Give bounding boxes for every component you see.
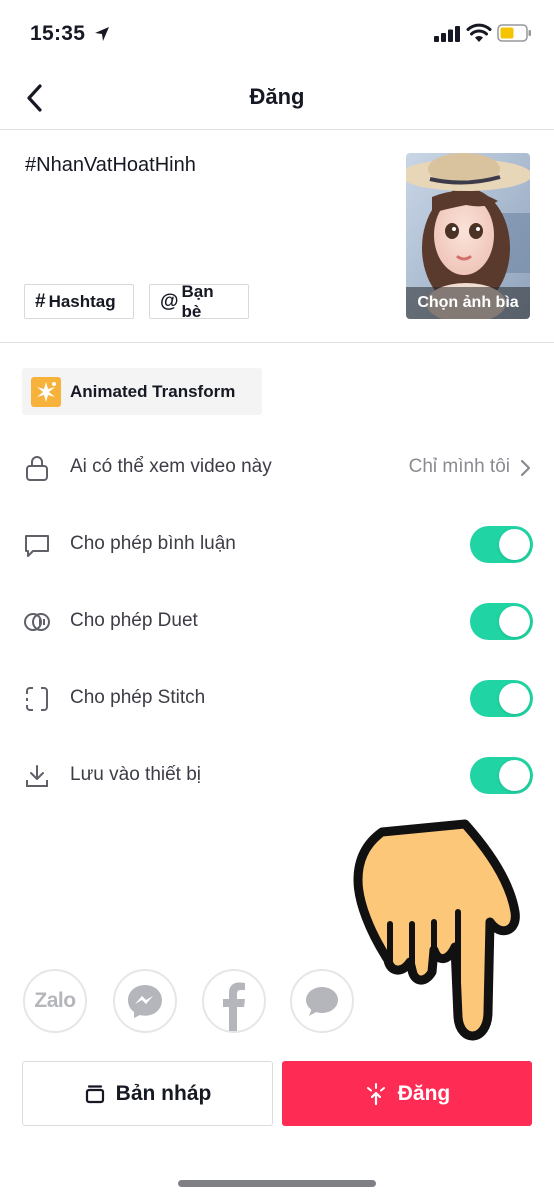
post-label: Đăng xyxy=(397,1081,451,1105)
privacy-row[interactable]: Ai có thể xem video này Chỉ mình tôi xyxy=(0,437,554,497)
sparkle-icon xyxy=(31,376,61,407)
at-icon: @ xyxy=(160,290,179,312)
effect-tag[interactable]: Animated Transform xyxy=(22,368,262,415)
chevron-right-icon xyxy=(520,459,531,477)
draft-label: Bản nháp xyxy=(115,1081,212,1105)
location-arrow-icon xyxy=(95,27,109,41)
battery-icon xyxy=(497,24,531,42)
hashtag-label: Hashtag xyxy=(48,291,116,311)
wifi-icon xyxy=(466,23,492,42)
allow-duet-toggle[interactable] xyxy=(470,603,533,640)
allow-stitch-label: Cho phép Stitch xyxy=(70,687,206,708)
save-to-device-toggle[interactable] xyxy=(470,757,533,794)
messenger-icon xyxy=(128,985,162,1018)
divider xyxy=(0,342,554,343)
share-message-button[interactable] xyxy=(290,969,354,1033)
cover-selector[interactable]: Chọn ảnh bìa xyxy=(406,153,530,319)
save-to-device-row: Lưu vào thiết bị xyxy=(0,745,554,805)
status-time: 15:35 xyxy=(30,22,86,45)
download-icon xyxy=(26,765,48,787)
allow-duet-row: Cho phép Duet xyxy=(0,591,554,651)
status-bar: 15:35 xyxy=(0,0,554,68)
toggle-knob xyxy=(499,683,530,714)
facebook-icon xyxy=(223,982,245,1031)
hashtag-icon: # xyxy=(35,290,46,312)
header: Đăng xyxy=(0,68,554,130)
stitch-icon xyxy=(26,687,48,711)
pointing-hand-icon xyxy=(353,819,520,1041)
page-title: Đăng xyxy=(249,84,305,109)
friends-label: Bạn bè xyxy=(181,281,214,321)
privacy-value: Chỉ mình tôi xyxy=(408,456,510,477)
share-zalo-button[interactable]: Zalo xyxy=(23,969,87,1033)
signal-icon xyxy=(434,26,460,42)
home-indicator xyxy=(178,1180,376,1187)
draft-button[interactable]: Bản nháp xyxy=(22,1061,273,1126)
effect-label: Animated Transform xyxy=(70,381,236,401)
allow-duet-label: Cho phép Duet xyxy=(70,610,198,631)
toggle-knob xyxy=(499,529,530,560)
mention-friends-button[interactable]: @ Bạn bè xyxy=(149,281,249,321)
share-messenger-button[interactable] xyxy=(113,969,177,1033)
toggle-knob xyxy=(499,606,530,637)
caption-input[interactable]: #NhanVatHoatHinh xyxy=(25,154,196,177)
allow-comments-row: Cho phép bình luận xyxy=(0,514,554,574)
allow-comments-label: Cho phép bình luận xyxy=(70,533,236,554)
zalo-icon: Zalo xyxy=(34,989,76,1012)
lock-icon xyxy=(26,456,48,481)
hashtag-button[interactable]: # Hashtag xyxy=(24,284,134,319)
post-sparkle-icon xyxy=(366,1082,385,1105)
cover-label: Chọn ảnh bìa xyxy=(406,287,530,319)
allow-comments-toggle[interactable] xyxy=(470,526,533,563)
post-button[interactable]: Đăng xyxy=(282,1061,532,1126)
privacy-label: Ai có thể xem video này xyxy=(70,456,272,477)
draft-icon xyxy=(85,1084,104,1103)
comment-icon xyxy=(25,535,49,557)
save-to-device-label: Lưu vào thiết bị xyxy=(70,764,202,785)
message-icon xyxy=(306,987,338,1016)
toggle-knob xyxy=(499,760,530,791)
duet-icon xyxy=(24,613,50,631)
share-facebook-button[interactable] xyxy=(202,969,266,1033)
allow-stitch-toggle[interactable] xyxy=(470,680,533,717)
allow-stitch-row: Cho phép Stitch xyxy=(0,668,554,728)
